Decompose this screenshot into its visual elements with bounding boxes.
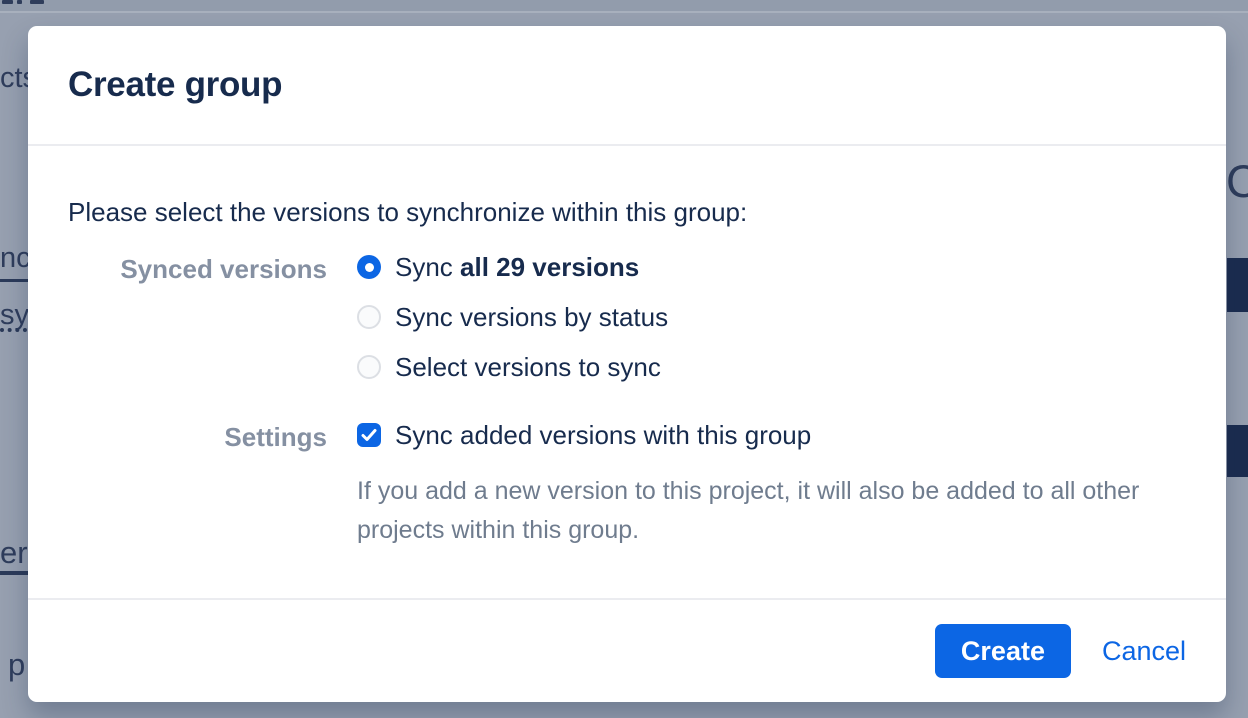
background-button-fragment (1227, 258, 1248, 312)
background-glyph-fragment (17, 0, 22, 4)
background-text-fragment: C (1226, 156, 1248, 208)
modal-title: Create group (68, 65, 282, 105)
synced-versions-radio-group: Sync all 29 versions Sync versions by st… (357, 242, 668, 392)
modal-header: Create group (28, 26, 1226, 146)
modal-footer: Create Cancel (28, 598, 1226, 702)
background-text-fragment: p (8, 647, 25, 683)
checkbox-helper-text: If you add a new version to this project… (357, 472, 1139, 550)
create-group-modal: Create group Please select the versions … (28, 26, 1226, 702)
helper-line: If you add a new version to this project… (357, 472, 1139, 511)
helper-line: projects within this group. (357, 511, 1139, 550)
checkbox-checked-icon[interactable] (357, 423, 381, 447)
radio-option-label: Sync versions by status (395, 302, 668, 333)
radio-label-prefix: Sync (395, 252, 460, 282)
checkmark-icon (361, 428, 377, 442)
radio-option-sync-by-status[interactable]: Sync versions by status (357, 292, 668, 342)
create-button[interactable]: Create (935, 624, 1071, 678)
checkbox-sync-added-versions[interactable]: Sync added versions with this group (357, 410, 1139, 460)
radio-option-label: Select versions to sync (395, 352, 661, 383)
radio-option-select-versions[interactable]: Select versions to sync (357, 342, 668, 392)
background-underline (0, 279, 28, 282)
background-top-divider (0, 0, 1248, 13)
synced-versions-label: Synced versions (68, 242, 327, 285)
background-text-fragment: nc (0, 242, 31, 275)
checkbox-label: Sync added versions with this group (395, 420, 811, 451)
radio-label-bold: all 29 versions (460, 252, 639, 282)
settings-label: Settings (68, 410, 327, 453)
synced-versions-field: Synced versions Sync all 29 versions Syn… (68, 242, 1186, 392)
radio-selected-icon[interactable] (357, 255, 381, 279)
background-button-fragment (1227, 425, 1248, 477)
background-glyph-fragment (2, 0, 13, 4)
settings-controls: Sync added versions with this group If y… (357, 410, 1139, 550)
cancel-button[interactable]: Cancel (1102, 636, 1186, 667)
radio-option-sync-all[interactable]: Sync all 29 versions (357, 242, 668, 292)
modal-body: Please select the versions to synchroniz… (28, 146, 1226, 598)
background-underline (0, 571, 28, 575)
radio-unselected-icon[interactable] (357, 355, 381, 379)
radio-unselected-icon[interactable] (357, 305, 381, 329)
intro-text: Please select the versions to synchroniz… (68, 196, 1186, 228)
background-dotted-underline (0, 328, 27, 332)
settings-field: Settings Sync added versions with this g… (68, 410, 1186, 550)
background-glyph-fragment (30, 0, 44, 4)
radio-option-label: Sync all 29 versions (395, 252, 639, 283)
